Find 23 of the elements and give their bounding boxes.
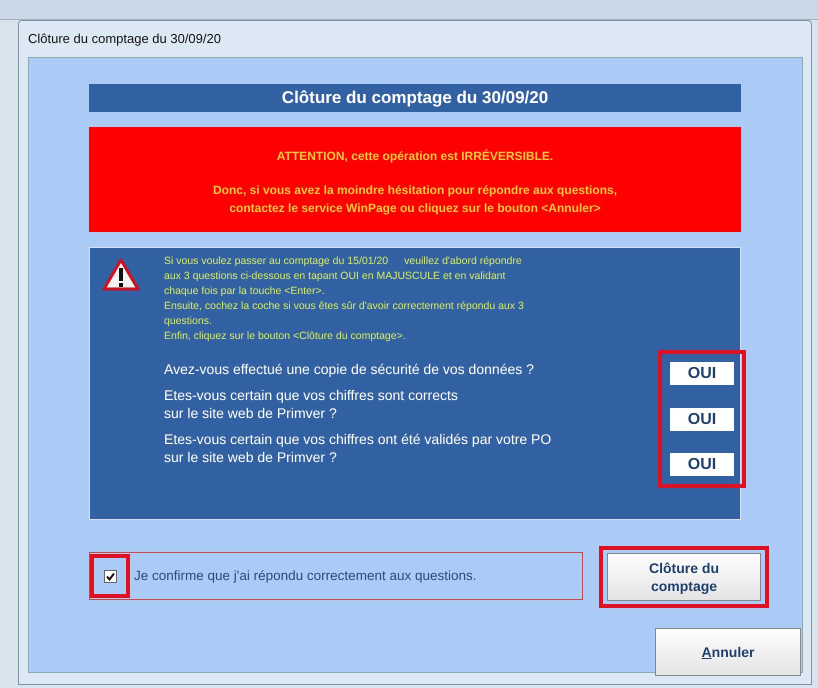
- instruction-text: Si vous voulez passer au comptage du 15/01/20: [164, 254, 388, 269]
- warning-icon: [102, 258, 140, 292]
- close-count-button[interactable]: Clôture du comptage: [607, 553, 761, 601]
- dialog-heading: Clôture du comptage du 30/09/20: [89, 84, 741, 112]
- instruction-text: Ensuite, cochez la coche si vous êtes sûr d'avoir correctement répondu aux 3: [164, 299, 525, 314]
- cancel-button[interactable]: Annuler: [655, 628, 801, 676]
- question-text: Avez-vous effectué une copie de sécurité de vos données ?: [164, 360, 535, 378]
- question-text: Etes-vous certain que vos chiffres ont été validés par votre PO sur le site web de Primver ?: [164, 430, 552, 466]
- question-text: Etes-vous certain que vos chiffres sont corrects sur le site web de Primver ?: [164, 386, 459, 422]
- confirm-label: Je confirme que j'ai répondu correctement aux questions.: [134, 566, 477, 585]
- instruction-text: veuillez d'abord répondre: [404, 254, 522, 269]
- warning-text: contactez le service WinPage ou cliquez sur le bouton <Annuler>: [228, 200, 602, 217]
- warning-text: Donc, si vous avez la moindre hésitation pour répondre aux questions,: [212, 182, 618, 199]
- window-title: Clôture du comptage du 30/09/20: [28, 30, 221, 48]
- answer-field[interactable]: OUI: [670, 362, 734, 385]
- instruction-text: questions.: [164, 314, 213, 329]
- instruction-text: aux 3 questions ci-dessous en tapant OUI en MAJUSCULE et en validant: [164, 269, 506, 284]
- instruction-text: Enfin, cliquez sur le bouton <Clôture du comptage>.: [164, 329, 407, 344]
- warning-title: ATTENTION, cette opération est IRRÉVERSIBLE.: [276, 148, 554, 165]
- answer-field[interactable]: OUI: [670, 408, 734, 430]
- instruction-text: chaque fois par la touche <Enter>.: [164, 284, 326, 299]
- confirm-checkbox[interactable]: [104, 570, 116, 582]
- answer-field[interactable]: OUI: [670, 453, 734, 476]
